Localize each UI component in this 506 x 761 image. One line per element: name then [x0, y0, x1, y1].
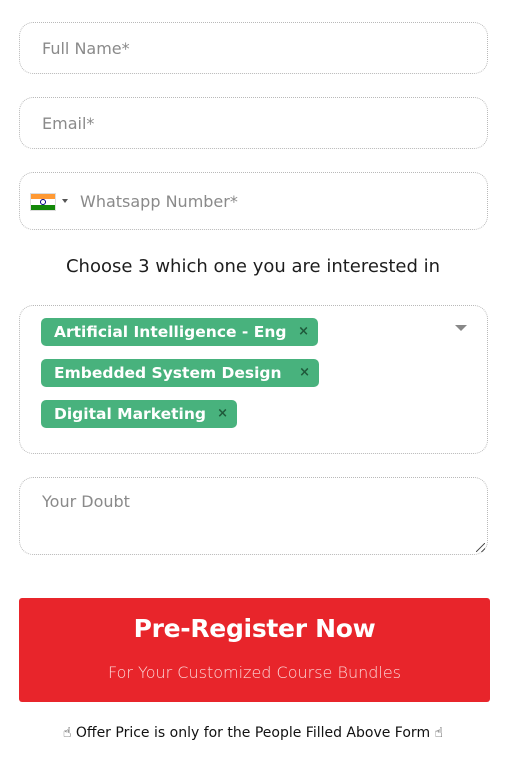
whatsapp-number-field[interactable]: [19, 172, 488, 230]
doubt-field[interactable]: [19, 477, 488, 555]
email-field[interactable]: [19, 97, 488, 149]
doubt-textarea[interactable]: [20, 478, 487, 554]
pointing-up-icon: ☝: [62, 725, 72, 741]
pre-register-subtitle: For Your Customized Course Bundles: [107, 663, 402, 682]
pointing-up-icon: ☝: [434, 725, 444, 741]
course-multiselect[interactable]: Artificial Intelligence - Eng × Embedded…: [19, 305, 488, 454]
email-input[interactable]: [20, 98, 487, 148]
selected-course-tag: Embedded System Design ×: [41, 359, 319, 387]
selected-course-tag: Artificial Intelligence - Eng ×: [41, 318, 318, 346]
pre-register-title: Pre-Register Now: [133, 614, 376, 643]
course-tag-label: Artificial Intelligence - Eng: [54, 323, 287, 341]
whatsapp-number-input[interactable]: [20, 173, 487, 229]
chevron-down-icon[interactable]: [455, 325, 467, 331]
course-interest-question: Choose 3 which one you are interested in: [65, 256, 441, 277]
offer-note-text: Offer Price is only for the People Fille…: [75, 725, 431, 741]
remove-tag-icon[interactable]: ×: [217, 400, 228, 428]
full-name-input[interactable]: [20, 23, 487, 73]
pre-register-button[interactable]: Pre-Register Now For Your Customized Cou…: [19, 598, 490, 702]
selected-course-tag: Digital Marketing ×: [41, 400, 237, 428]
remove-tag-icon[interactable]: ×: [298, 318, 309, 346]
remove-tag-icon[interactable]: ×: [299, 359, 310, 387]
course-tag-label: Digital Marketing: [54, 405, 206, 423]
resize-handle-icon[interactable]: [476, 543, 485, 552]
course-tag-label: Embedded System Design: [54, 364, 282, 382]
full-name-field[interactable]: [19, 22, 488, 74]
offer-note: ☝ Offer Price is only for the People Fil…: [0, 725, 506, 741]
